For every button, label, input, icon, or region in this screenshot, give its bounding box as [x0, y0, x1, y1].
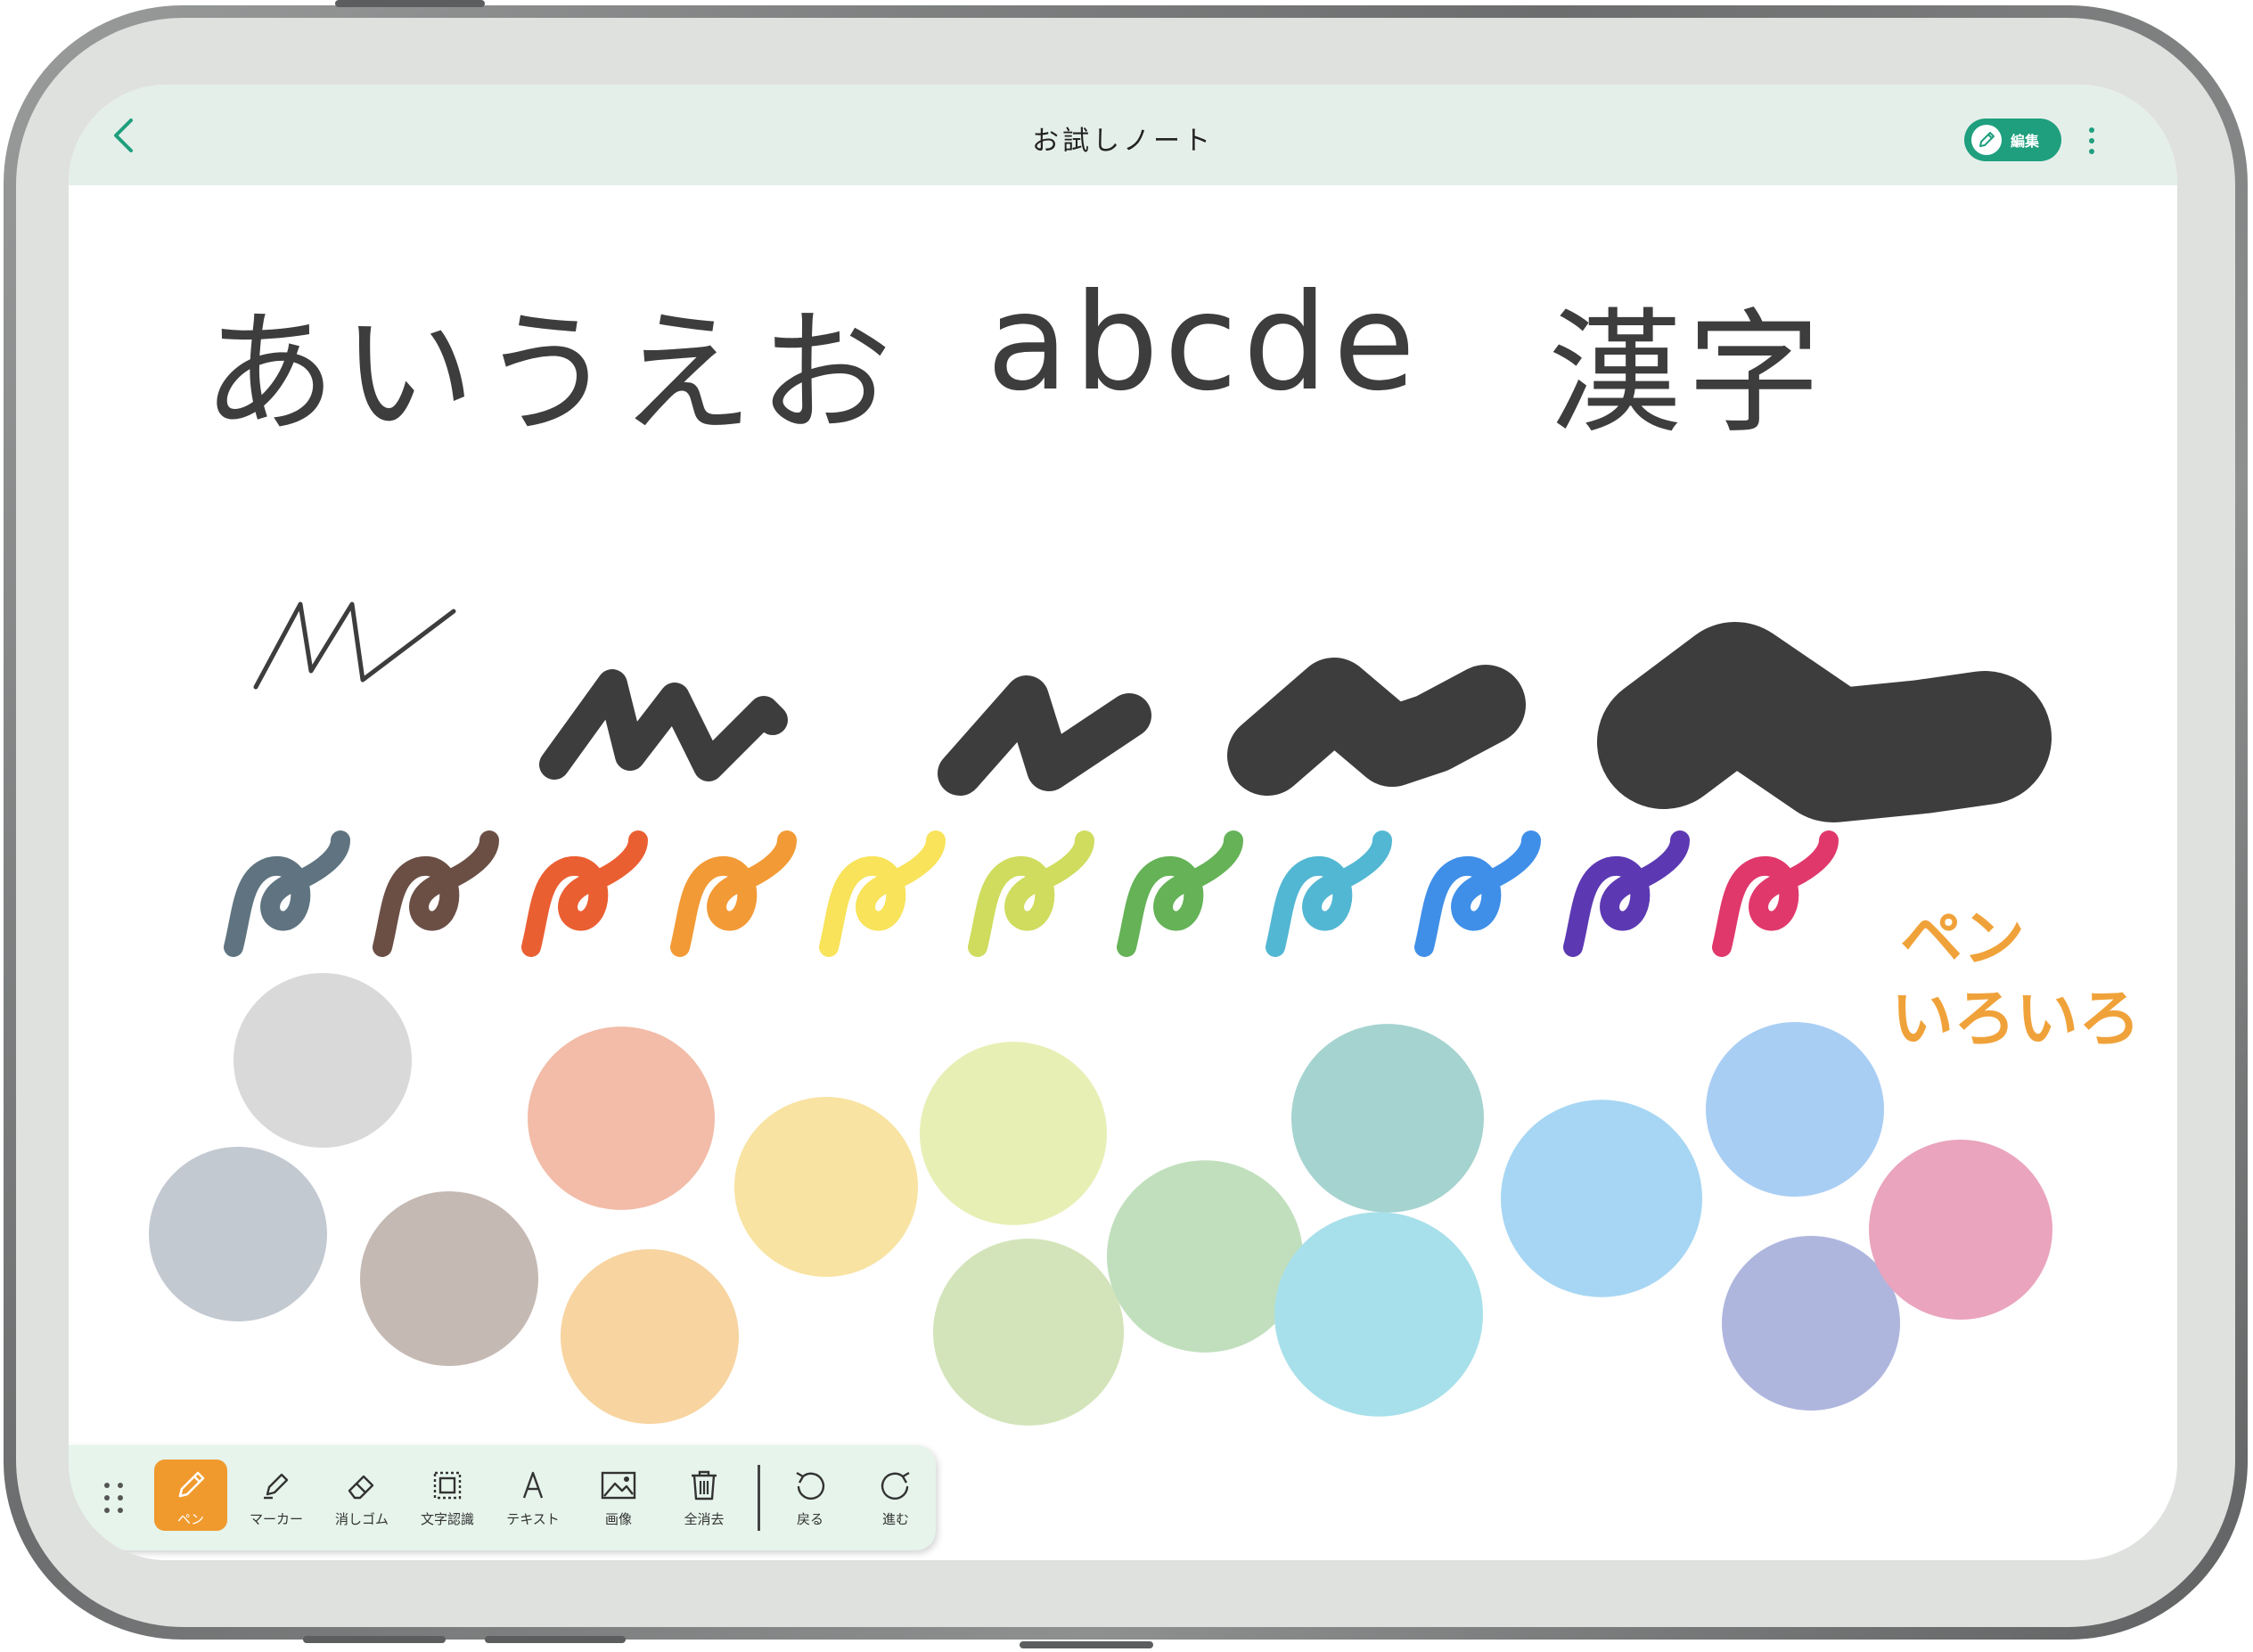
undo-button[interactable]: 戻る — [774, 1460, 847, 1531]
trash-icon — [686, 1465, 722, 1506]
marker-color-blob — [561, 1249, 739, 1424]
marker-color-blob — [149, 1147, 327, 1321]
app-screen: お試しノート 編集 あいうえお abcde 漢字 ペン いろいろ ペン マーカー… — [69, 85, 2177, 1560]
text-icon — [515, 1465, 551, 1506]
marker-color-blob — [1722, 1236, 1900, 1411]
marker-color-blob — [1274, 1212, 1483, 1417]
note-header: お試しノート 編集 — [69, 85, 2177, 185]
eraser-icon — [344, 1465, 380, 1506]
pen-icon — [173, 1465, 209, 1506]
marker-color-blob — [1501, 1100, 1702, 1297]
tool-text[interactable]: テキスト — [496, 1460, 569, 1531]
stroke-width-sample-1 — [253, 601, 456, 690]
tool-pen[interactable]: ペン — [154, 1460, 227, 1531]
stroke-width-sample-3 — [938, 675, 1151, 796]
marker-icon — [258, 1465, 294, 1506]
pen-color-loop — [224, 830, 350, 957]
tool-text-recognition[interactable]: 文字認識 — [411, 1460, 484, 1531]
tool-eraser[interactable]: 消しゴム — [325, 1460, 398, 1531]
redo-button[interactable]: 進む — [859, 1460, 932, 1531]
tool-marker-label: マーカー — [249, 1511, 303, 1527]
pen-color-loop — [1712, 830, 1839, 957]
tool-image-label: 画像 — [604, 1511, 632, 1527]
pen-color-loop — [373, 830, 499, 957]
marker-color-blob — [920, 1042, 1107, 1225]
tool-pen-label: ペン — [176, 1511, 204, 1527]
pen-color-loop — [521, 830, 648, 957]
strokes-layer — [149, 601, 2052, 1426]
marker-color-blob — [233, 973, 412, 1148]
top-button — [335, 0, 485, 7]
marker-color-blob — [1706, 1022, 1884, 1197]
pen-toolbar: ペン マーカー 消しゴム 文字認識 テキスト 画像 全消去 戻る 進む — [69, 1445, 936, 1550]
marker-color-blob — [1291, 1024, 1484, 1213]
redo-label: 進む — [881, 1511, 909, 1527]
color-note-line-2: いろいろ — [1891, 982, 2141, 1055]
tool-text-recognition-label: 文字認識 — [420, 1511, 474, 1527]
undo-icon — [792, 1465, 828, 1506]
stroke-width-sample-2 — [539, 669, 788, 781]
pen-color-loop — [1414, 830, 1541, 957]
tool-text-label: テキスト — [506, 1511, 560, 1527]
marker-color-blob — [933, 1239, 1124, 1426]
edit-button[interactable]: 編集 — [1964, 119, 2061, 161]
marker-color-blob — [360, 1191, 538, 1366]
edit-label: 編集 — [2011, 133, 2040, 150]
tool-clear-all[interactable]: 全消去 — [668, 1460, 741, 1531]
tool-eraser-label: 消しゴム — [334, 1511, 389, 1527]
pen-color-loop — [968, 830, 1094, 957]
stroke-width-sample-4 — [1227, 658, 1526, 796]
drawing-canvas[interactable]: あいうえお abcde 漢字 ペン いろいろ — [69, 185, 2177, 1560]
pen-color-loop — [819, 830, 946, 957]
marker-color-blob — [734, 1097, 918, 1277]
page-title: お試しノート — [1032, 126, 1214, 157]
volume-button-2 — [485, 1636, 626, 1643]
pen-color-loop — [1117, 830, 1243, 957]
pencil-icon — [1971, 125, 2002, 155]
tool-image[interactable]: 画像 — [582, 1460, 655, 1531]
bottom-button — [1020, 1641, 1153, 1648]
stroke-width-sample-5 — [1597, 622, 2052, 822]
volume-button-1 — [303, 1636, 446, 1643]
tool-clear-all-label: 全消去 — [684, 1511, 725, 1527]
pen-color-loop — [1266, 830, 1392, 957]
tool-marker[interactable]: マーカー — [240, 1460, 313, 1531]
toolbar-divider — [758, 1465, 760, 1531]
more-vertical-icon[interactable] — [2081, 120, 2102, 161]
marker-color-blob — [1107, 1160, 1303, 1353]
marker-color-blob — [1869, 1140, 2052, 1320]
grip-icon[interactable] — [104, 1483, 126, 1515]
marker-color-blob — [528, 1026, 715, 1210]
image-icon — [599, 1465, 638, 1506]
redo-icon — [878, 1465, 913, 1506]
text-recognition-icon — [430, 1465, 465, 1506]
undo-label: 戻る — [796, 1511, 823, 1527]
pen-color-loop — [670, 830, 797, 957]
pen-color-loop — [1563, 830, 1690, 957]
